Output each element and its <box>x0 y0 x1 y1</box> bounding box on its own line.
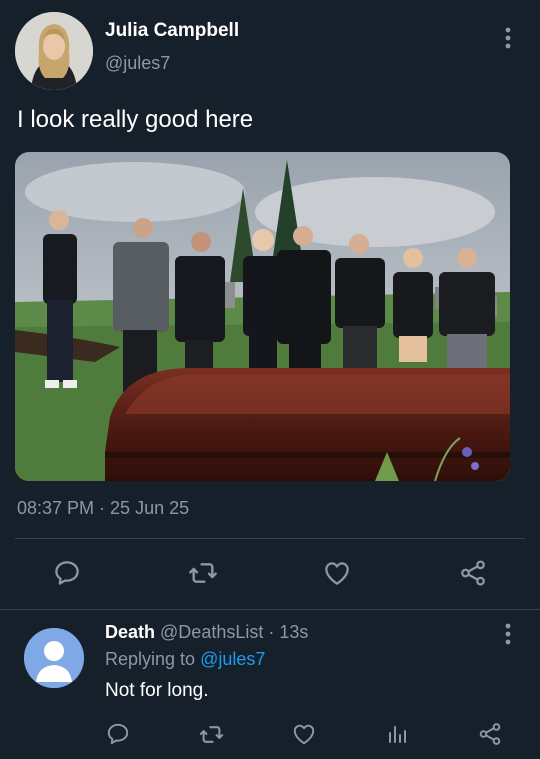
retweet-button[interactable] <box>186 556 220 590</box>
author-handle[interactable]: @jules7 <box>105 53 170 74</box>
author-name[interactable]: Julia Campbell <box>105 20 239 42</box>
reply-author-handle[interactable]: @DeathsList <box>160 622 263 642</box>
more-options-icon[interactable] <box>500 622 516 646</box>
reply-author-name[interactable]: Death <box>105 622 155 642</box>
retweet-icon <box>189 563 217 583</box>
reply-button[interactable] <box>50 556 84 590</box>
reply-share-button[interactable] <box>473 717 507 751</box>
replying-prefix: Replying to <box>105 649 196 669</box>
share-icon <box>461 560 485 586</box>
reply-text: Not for long. <box>105 680 209 701</box>
replying-to: Replying to @jules7 <box>105 649 265 670</box>
reply-header: Death @DeathsList · 13s <box>105 622 308 643</box>
divider <box>0 609 540 610</box>
tweet-photo[interactable] <box>15 152 510 481</box>
separator: · <box>268 622 275 642</box>
divider <box>15 538 525 539</box>
author-avatar[interactable] <box>15 12 93 90</box>
tweet-text: I look really good here <box>17 106 254 133</box>
reply-retweet-button[interactable] <box>194 717 228 751</box>
reply-analytics-button[interactable] <box>380 717 414 751</box>
share-button[interactable] <box>456 556 490 590</box>
reply-icon <box>107 723 129 745</box>
retweet-icon <box>199 725 223 743</box>
reply-icon <box>55 561 79 585</box>
reply-like-button[interactable] <box>287 717 321 751</box>
heart-icon <box>293 724 315 745</box>
like-button[interactable] <box>320 556 354 590</box>
reply-reply-button[interactable] <box>101 717 135 751</box>
analytics-icon <box>389 726 406 743</box>
share-icon <box>479 723 501 745</box>
reply-age[interactable]: 13s <box>279 622 308 642</box>
more-options-icon[interactable] <box>500 26 516 50</box>
replying-to-link[interactable]: @jules7 <box>200 649 265 669</box>
reply-author-avatar[interactable] <box>24 628 84 688</box>
tweet-timestamp[interactable]: 08:37 PM · 25 Jun 25 <box>17 498 189 519</box>
heart-icon <box>325 562 349 585</box>
